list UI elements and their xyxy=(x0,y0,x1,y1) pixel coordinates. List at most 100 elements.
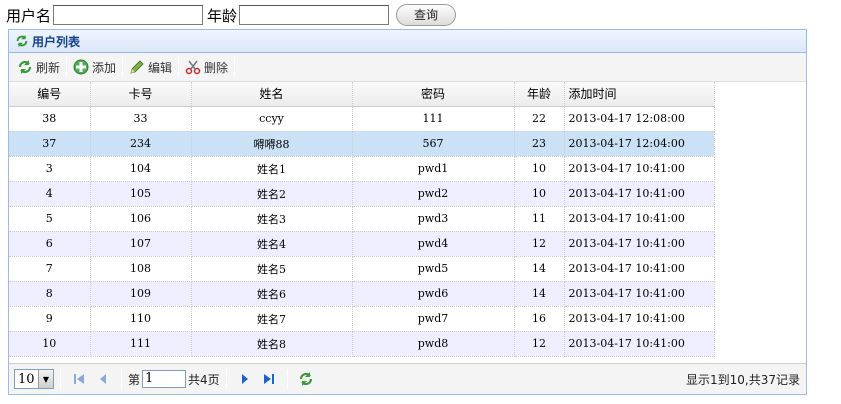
cell-name: 嘚嘚88 xyxy=(191,131,353,157)
table-row[interactable]: 10 111 姓名8 pwd8 12 2013-04-17 10:41:00 xyxy=(9,331,715,357)
column-header-name[interactable]: 姓名 xyxy=(191,82,353,107)
column-header-age[interactable]: 年龄 xyxy=(514,82,565,107)
edit-button[interactable]: 编辑 xyxy=(125,56,176,78)
cell-age: 22 xyxy=(514,106,565,132)
delete-label: 删除 xyxy=(204,60,229,75)
cell-age: 12 xyxy=(514,331,565,357)
cell-name: 姓名8 xyxy=(191,331,353,357)
first-page-icon xyxy=(74,374,84,384)
cell-age: 12 xyxy=(514,231,565,257)
user-list-panel: 用户列表 刷新 添加 编辑 删除 编号 卡号 姓名 密码 年龄 添加时间 38 … xyxy=(8,29,807,395)
cell-password: pwd5 xyxy=(352,256,515,282)
next-page-button[interactable] xyxy=(236,370,254,388)
page-number-input[interactable]: 1 xyxy=(142,370,187,388)
refresh-label: 刷新 xyxy=(36,60,61,75)
column-header-password[interactable]: 密码 xyxy=(352,82,515,107)
cell-name: ccyy xyxy=(191,106,353,132)
pagination-info: 显示1到10,共37记录 xyxy=(686,372,800,387)
table-row[interactable]: 38 33 ccyy 111 22 2013-04-17 12:08:00 xyxy=(9,106,715,132)
table-row-selected[interactable]: 37 234 嘚嘚88 567 23 2013-04-17 12:04:00 xyxy=(9,131,715,157)
cell-added-time: 2013-04-17 10:41:00 xyxy=(564,256,715,282)
page-size-value: 10 xyxy=(18,371,35,387)
cell-age: 14 xyxy=(514,281,565,307)
pager-separator xyxy=(225,369,227,389)
cell-added-time: 2013-04-17 12:08:00 xyxy=(564,106,715,132)
cell-card: 106 xyxy=(90,206,192,232)
cell-password: 567 xyxy=(352,131,515,157)
query-button[interactable]: 查询 xyxy=(396,4,457,26)
age-label: 年龄 xyxy=(207,6,238,25)
toolbar-separator xyxy=(122,57,124,77)
table-row[interactable]: 7 108 姓名5 pwd5 14 2013-04-17 10:41:00 xyxy=(9,256,715,282)
cell-added-time: 2013-04-17 10:41:00 xyxy=(564,231,715,257)
last-page-button[interactable] xyxy=(260,370,278,388)
delete-button[interactable]: 删除 xyxy=(181,56,232,78)
user-grid: 编号 卡号 姓名 密码 年龄 添加时间 38 33 ccyy 111 22 20… xyxy=(9,82,806,363)
cell-age: 10 xyxy=(514,181,565,207)
cell-added-time: 2013-04-17 10:41:00 xyxy=(564,281,715,307)
add-button[interactable]: 添加 xyxy=(69,56,120,78)
cell-card: 107 xyxy=(90,231,192,257)
chevron-down-icon[interactable]: ▼ xyxy=(38,370,53,388)
cell-card: 234 xyxy=(90,131,192,157)
add-label: 添加 xyxy=(92,60,117,75)
total-pages: 共4页 xyxy=(188,372,220,387)
column-header-added-time[interactable]: 添加时间 xyxy=(564,82,715,107)
page-prefix: 第 xyxy=(128,372,141,387)
header-row: 编号 卡号 姓名 密码 年龄 添加时间 xyxy=(9,82,715,107)
table-row[interactable]: 8 109 姓名6 pwd6 14 2013-04-17 10:41:00 xyxy=(9,281,715,307)
edit-icon xyxy=(129,59,145,75)
cell-password: pwd8 xyxy=(352,331,515,357)
table-row[interactable]: 9 110 姓名7 pwd7 16 2013-04-17 10:41:00 xyxy=(9,306,715,332)
last-page-icon xyxy=(263,374,274,384)
cell-card: 105 xyxy=(90,181,192,207)
cell-name: 姓名4 xyxy=(191,231,353,257)
column-header-card[interactable]: 卡号 xyxy=(90,82,192,107)
pager-separator xyxy=(286,369,288,389)
cell-id: 7 xyxy=(9,256,91,282)
reload-button[interactable] xyxy=(297,370,315,388)
cell-id: 8 xyxy=(9,281,91,307)
cell-added-time: 2013-04-17 10:41:00 xyxy=(564,206,715,232)
panel-header: 用户列表 xyxy=(9,30,806,53)
pager-separator xyxy=(60,369,61,389)
table-row[interactable]: 3 104 姓名1 pwd1 10 2013-04-17 10:41:00 xyxy=(9,156,715,182)
user-table: 编号 卡号 姓名 密码 年龄 添加时间 38 33 ccyy 111 22 20… xyxy=(9,82,715,357)
cell-name: 姓名5 xyxy=(191,256,353,282)
cell-added-time: 2013-04-17 10:41:00 xyxy=(564,306,715,332)
cell-card: 110 xyxy=(90,306,192,332)
cell-added-time: 2013-04-17 10:41:00 xyxy=(564,156,715,182)
add-icon xyxy=(73,59,89,75)
age-input[interactable] xyxy=(239,5,390,25)
pagination-bar: 10 ▼ 第 1 共4页 显示1到10,共37记录 xyxy=(9,363,806,394)
cell-age: 16 xyxy=(514,306,565,332)
cell-age: 10 xyxy=(514,156,565,182)
cell-card: 111 xyxy=(90,331,192,357)
prev-page-button[interactable] xyxy=(94,370,112,388)
cell-id: 9 xyxy=(9,306,91,332)
cell-password: pwd1 xyxy=(352,156,515,182)
search-bar: 用户名 年龄 查询 xyxy=(6,3,457,27)
table-row[interactable]: 6 107 姓名4 pwd4 12 2013-04-17 10:41:00 xyxy=(9,231,715,257)
username-input[interactable] xyxy=(53,5,204,25)
refresh-button[interactable]: 刷新 xyxy=(13,56,64,78)
prev-page-icon xyxy=(100,374,106,384)
edit-label: 编辑 xyxy=(148,60,173,75)
table-row[interactable]: 4 105 姓名2 pwd2 10 2013-04-17 10:41:00 xyxy=(9,181,715,207)
cell-age: 23 xyxy=(514,131,565,157)
column-header-id[interactable]: 编号 xyxy=(9,82,91,107)
cell-password: pwd6 xyxy=(352,281,515,307)
delete-icon xyxy=(185,59,201,75)
refresh-icon xyxy=(299,372,312,386)
toolbar-separator xyxy=(66,57,68,77)
cell-age: 14 xyxy=(514,256,565,282)
cell-id: 10 xyxy=(9,331,91,357)
cell-password: pwd4 xyxy=(352,231,515,257)
first-page-button[interactable] xyxy=(70,370,88,388)
toolbar: 刷新 添加 编辑 删除 xyxy=(9,53,806,82)
table-row[interactable]: 5 106 姓名3 pwd3 11 2013-04-17 10:41:00 xyxy=(9,206,715,232)
cell-id: 3 xyxy=(9,156,91,182)
cell-name: 姓名1 xyxy=(191,156,353,182)
cell-card: 108 xyxy=(90,256,192,282)
page-size-select[interactable]: 10 ▼ xyxy=(14,369,54,389)
